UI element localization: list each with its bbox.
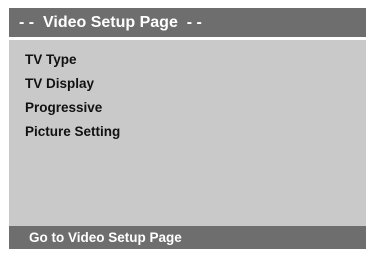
menu-item-progressive[interactable]: Progressive [25,96,120,120]
menu-item-tv-type[interactable]: TV Type [25,48,120,72]
setup-menu-list: TV Type TV Display Progressive Picture S… [25,48,120,144]
menu-item-picture-setting[interactable]: Picture Setting [25,120,120,144]
video-setup-menu: - - Video Setup Page - - TV Type TV Disp… [9,8,366,249]
page-title: - - Video Setup Page - - [9,8,366,37]
header-divider [9,37,366,40]
status-hint-bar: Go to Video Setup Page [9,226,366,249]
menu-item-tv-display[interactable]: TV Display [25,72,120,96]
